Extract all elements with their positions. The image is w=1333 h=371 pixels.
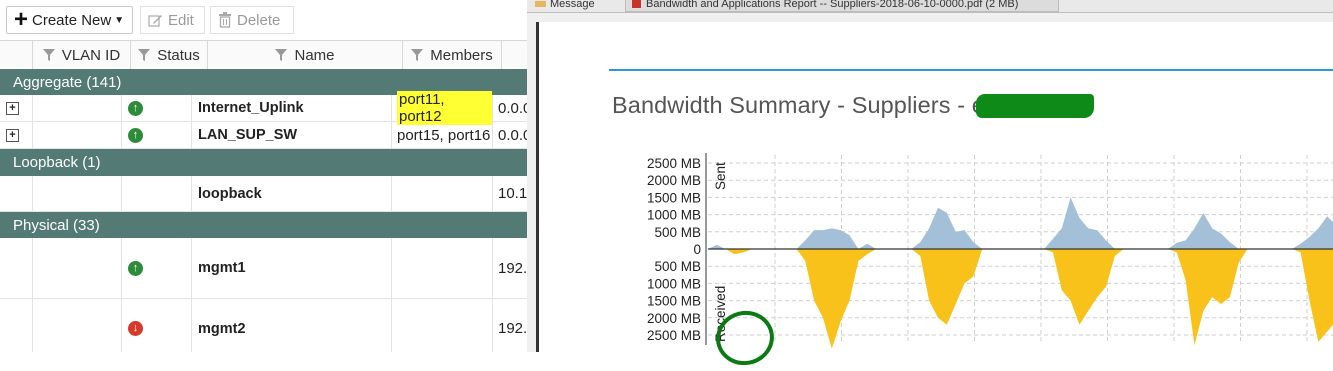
group-label: Loopback (1) xyxy=(13,154,101,171)
y-tick-label: 500 MB xyxy=(654,259,701,274)
edit-icon xyxy=(148,14,162,27)
status-cell: ↑ xyxy=(122,238,192,298)
table-row[interactable]: + ↑ LAN_SUP_SW port15, port16 0.0.0 xyxy=(0,122,527,149)
name-cell: LAN_SUP_SW xyxy=(192,122,392,148)
status-up-icon: ↑ xyxy=(128,260,143,276)
members-cell: port15, port16 xyxy=(392,122,493,148)
vlan-cell xyxy=(33,95,122,121)
header-label: Status xyxy=(157,46,200,64)
filter-icon[interactable] xyxy=(42,49,55,61)
status-cell: ↓ xyxy=(122,299,192,352)
status-down-icon: ↓ xyxy=(128,321,143,336)
table-row[interactable]: loopback 10.1 xyxy=(0,176,527,212)
y-tick-label: 2500 MB xyxy=(647,328,701,343)
members-cell: port11, port12 xyxy=(392,91,493,125)
header-label: VLAN ID xyxy=(61,46,121,64)
header-name[interactable]: Name xyxy=(208,41,403,69)
members-highlight: port11, port12 xyxy=(397,91,492,125)
group-physical[interactable]: Physical (33) xyxy=(0,212,527,238)
vlan-cell xyxy=(33,299,122,352)
status-cell: ↑ xyxy=(122,95,192,121)
expand-cell xyxy=(0,238,33,298)
tab-label: Message xyxy=(550,0,595,10)
y-tick-label: 1500 MB xyxy=(647,294,701,309)
received-area xyxy=(708,249,1333,349)
table-row[interactable]: + ↑ Internet_Uplink port11, port12 0.0.0 xyxy=(0,91,527,125)
envelope-icon xyxy=(535,1,546,7)
name-cell: mgmt1 xyxy=(192,238,392,298)
interfaces-pane: + Create New ▼ Edit Delete VLAN ID Statu… xyxy=(0,0,527,352)
header-vlan-id[interactable]: VLAN ID xyxy=(33,41,131,69)
members-cell xyxy=(392,176,493,211)
expand-cell: + xyxy=(0,122,33,148)
edit-button[interactable]: Edit xyxy=(140,6,205,34)
header-overflow xyxy=(502,41,527,69)
expand-cell xyxy=(0,176,33,211)
chevron-down-icon: ▼ xyxy=(114,14,125,26)
name-cell: Internet_Uplink xyxy=(192,95,392,121)
header-label: Members xyxy=(430,46,493,64)
vlan-cell xyxy=(33,122,122,148)
create-new-button[interactable]: + Create New ▼ xyxy=(6,6,133,34)
tab-label: Bandwidth and Applications Report -- Sup… xyxy=(646,0,1019,10)
expand-plus-icon[interactable]: + xyxy=(6,101,19,115)
y-tick-label: 1000 MB xyxy=(647,276,701,291)
ip-cell: 0.0.0 xyxy=(498,99,527,117)
header-status[interactable]: Status xyxy=(131,41,208,69)
expand-cell xyxy=(0,299,33,352)
status-up-icon: ↑ xyxy=(128,127,143,143)
table-header: VLAN ID Status Name Members xyxy=(0,40,527,70)
y-tick-label: 2000 MB xyxy=(647,311,701,326)
bandwidth-chart: 2500 MB 2000 MB 1500 MB 1000 MB 500 MB 0 500 M… xyxy=(647,153,1333,349)
expand-plus-icon[interactable]: + xyxy=(6,128,19,142)
members-cell xyxy=(392,299,493,352)
header-label: Name xyxy=(294,46,335,64)
sent-axis-label: Sent xyxy=(713,162,728,190)
group-label: Aggregate (141) xyxy=(13,73,122,91)
vlan-cell xyxy=(33,238,122,298)
filter-icon[interactable] xyxy=(138,49,151,61)
edit-label: Edit xyxy=(168,11,194,29)
plus-icon: + xyxy=(14,6,29,33)
tab-message[interactable]: Message xyxy=(535,0,595,12)
header-members[interactable]: Members xyxy=(403,41,502,69)
name-cell: loopback xyxy=(192,176,392,211)
expand-cell: + xyxy=(0,95,33,121)
ip-cell: 192. xyxy=(498,320,527,337)
trash-icon xyxy=(219,12,231,28)
ip-cell: 192. xyxy=(498,259,527,277)
group-loopback[interactable]: Loopback (1) xyxy=(0,149,527,176)
filter-icon[interactable] xyxy=(411,49,424,61)
status-cell: ↑ xyxy=(122,122,192,148)
delete-button[interactable]: Delete xyxy=(210,6,294,34)
y-tick-label: 0 xyxy=(693,242,701,257)
vlan-cell xyxy=(33,176,122,211)
ip-cell: 0.0.0 xyxy=(498,126,527,144)
y-tick-label: 1500 MB xyxy=(647,190,701,205)
filter-icon[interactable] xyxy=(275,49,288,61)
y-tick-label: 2500 MB xyxy=(647,156,701,171)
sent-area xyxy=(708,197,1333,249)
group-label: Physical (33) xyxy=(13,216,100,234)
status-up-icon: ↑ xyxy=(128,100,143,116)
pdf-icon xyxy=(632,0,641,8)
table-row[interactable]: ↓ mgmt2 192. xyxy=(0,299,527,352)
pdf-page[interactable]: Bandwidth Summary - Suppliers - e_WAN 25… xyxy=(536,22,1333,352)
y-tick-label: 2000 MB xyxy=(647,173,701,188)
status-cell xyxy=(122,176,192,211)
header-blank xyxy=(0,41,33,69)
table-row[interactable]: ↑ mgmt1 192. xyxy=(0,238,527,299)
tab-pdf-attachment[interactable]: Bandwidth and Applications Report -- Sup… xyxy=(625,0,1059,12)
delete-label: Delete xyxy=(237,11,281,29)
members-cell xyxy=(392,238,493,298)
create-new-label: Create New xyxy=(32,11,112,29)
viewer-tab-bar: Message Bandwidth and Applications Repor… xyxy=(527,0,1333,13)
toolbar: + Create New ▼ Edit Delete xyxy=(0,0,527,38)
name-cell: mgmt2 xyxy=(192,299,392,352)
ip-cell: 10.1 xyxy=(498,185,527,202)
y-tick-label: 500 MB xyxy=(654,225,701,240)
pdf-viewer-pane: Message Bandwidth and Applications Repor… xyxy=(527,0,1333,352)
y-tick-label: 1000 MB xyxy=(647,208,701,223)
